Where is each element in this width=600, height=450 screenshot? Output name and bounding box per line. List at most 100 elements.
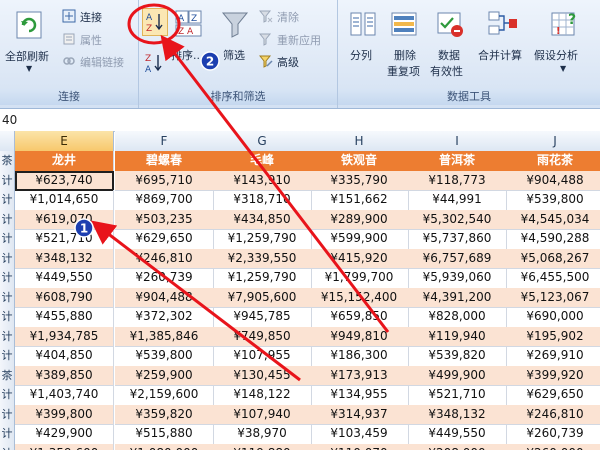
table-cell[interactable]: ¥119,880	[213, 443, 312, 450]
table-cell[interactable]: ¥619,070	[15, 209, 114, 230]
row-header[interactable]: 计	[0, 385, 15, 406]
edit-links-button[interactable]: 编辑链接	[60, 53, 136, 69]
row-header[interactable]: 茶	[0, 365, 15, 386]
select-all-corner[interactable]	[0, 131, 15, 152]
header-cell[interactable]: 毛峰	[213, 151, 312, 172]
table-cell[interactable]: ¥2,159,600	[115, 385, 214, 406]
table-cell[interactable]: ¥1,259,790	[213, 229, 312, 250]
table-cell[interactable]: ¥4,545,034	[506, 209, 600, 230]
table-cell[interactable]: ¥107,940	[213, 404, 312, 425]
table-cell[interactable]: ¥151,662	[310, 190, 409, 211]
row-header[interactable]: 计	[0, 229, 15, 250]
formula-bar[interactable]: 40	[0, 109, 600, 132]
table-cell[interactable]: ¥44,991	[408, 190, 507, 211]
row-header[interactable]: 计	[0, 443, 15, 450]
table-cell[interactable]: ¥904,488	[506, 170, 600, 191]
table-cell[interactable]: ¥623,740	[15, 170, 114, 191]
table-cell[interactable]: ¥6,455,500	[506, 268, 600, 289]
column-header-h[interactable]: H	[310, 131, 409, 152]
table-cell[interactable]: ¥2,339,550	[213, 248, 312, 269]
table-cell[interactable]: ¥415,920	[310, 248, 409, 269]
header-cell[interactable]: 龙井	[15, 151, 114, 172]
table-cell[interactable]: ¥449,550	[408, 424, 507, 445]
table-cell[interactable]: ¥5,123,067	[506, 287, 600, 308]
table-cell[interactable]: ¥521,710	[408, 385, 507, 406]
column-header-g[interactable]: G	[213, 131, 312, 152]
table-cell[interactable]: ¥246,810	[506, 404, 600, 425]
table-cell[interactable]: ¥195,902	[506, 326, 600, 347]
row-header[interactable]: 计	[0, 424, 15, 445]
table-cell[interactable]: ¥173,913	[310, 365, 409, 386]
table-cell[interactable]: ¥260,739	[506, 424, 600, 445]
table-cell[interactable]: ¥1,799,700	[310, 268, 409, 289]
data-validation-button[interactable]: 数据 有效性	[428, 6, 472, 78]
sort-descending-button[interactable]: Z A	[142, 50, 166, 76]
table-cell[interactable]: ¥5,068,267	[506, 248, 600, 269]
table-cell[interactable]: ¥260,739	[115, 268, 214, 289]
table-cell[interactable]: ¥659,850	[310, 307, 409, 328]
row-header[interactable]: 计	[0, 170, 15, 191]
table-cell[interactable]: ¥5,737,860	[408, 229, 507, 250]
table-cell[interactable]: ¥945,785	[213, 307, 312, 328]
table-cell[interactable]: ¥318,710	[213, 190, 312, 211]
row-header[interactable]: 计	[0, 248, 15, 269]
table-cell[interactable]: ¥208,000	[408, 443, 507, 450]
clear-button[interactable]: 清除	[257, 8, 335, 24]
table-cell[interactable]: ¥359,820	[115, 404, 214, 425]
connections-button[interactable]: 连接	[60, 8, 136, 24]
table-cell[interactable]: ¥499,900	[408, 365, 507, 386]
table-cell[interactable]: ¥828,000	[408, 307, 507, 328]
text-to-columns-button[interactable]: 分列	[346, 6, 380, 72]
table-cell[interactable]: ¥539,800	[115, 346, 214, 367]
table-cell[interactable]: ¥1,385,846	[115, 326, 214, 347]
filter-button[interactable]: 筛选	[219, 6, 253, 72]
table-cell[interactable]: ¥608,790	[15, 287, 114, 308]
table-cell[interactable]: ¥904,488	[115, 287, 214, 308]
table-cell[interactable]: ¥7,905,600	[213, 287, 312, 308]
table-cell[interactable]: ¥372,302	[115, 307, 214, 328]
table-cell[interactable]: ¥15,152,400	[310, 287, 409, 308]
table-cell[interactable]: ¥629,650	[115, 229, 214, 250]
table-cell[interactable]: ¥110,070	[310, 443, 409, 450]
table-cell[interactable]: ¥148,122	[213, 385, 312, 406]
header-cell[interactable]: 铁观音	[310, 151, 409, 172]
consolidate-button[interactable]: 合并计算	[476, 6, 530, 72]
table-cell[interactable]: ¥539,800	[506, 190, 600, 211]
column-header-j[interactable]: J	[506, 131, 600, 152]
table-cell[interactable]: ¥335,790	[310, 170, 409, 191]
row-header[interactable]: 计	[0, 307, 15, 328]
advanced-button[interactable]: 高级	[257, 53, 335, 69]
row-header[interactable]: 计	[0, 346, 15, 367]
table-cell[interactable]: ¥5,302,540	[408, 209, 507, 230]
table-cell[interactable]: ¥134,955	[310, 385, 409, 406]
table-cell[interactable]: ¥1,359,600	[15, 443, 114, 450]
table-cell[interactable]: ¥119,940	[408, 326, 507, 347]
table-cell[interactable]: ¥348,132	[408, 404, 507, 425]
table-cell[interactable]: ¥4,590,288	[506, 229, 600, 250]
table-cell[interactable]: ¥314,937	[310, 404, 409, 425]
table-cell[interactable]: ¥521,710	[15, 229, 114, 250]
table-cell[interactable]: ¥289,900	[310, 209, 409, 230]
table-cell[interactable]: ¥434,850	[213, 209, 312, 230]
table-cell[interactable]: ¥6,757,689	[408, 248, 507, 269]
table-cell[interactable]: ¥399,920	[506, 365, 600, 386]
table-cell[interactable]: ¥1,934,785	[15, 326, 114, 347]
table-cell[interactable]: ¥869,700	[115, 190, 214, 211]
refresh-all-button[interactable]: 全部刷新 ▼	[2, 4, 56, 78]
table-cell[interactable]: ¥246,810	[115, 248, 214, 269]
table-cell[interactable]: ¥695,710	[115, 170, 214, 191]
table-cell[interactable]: ¥1,259,790	[213, 268, 312, 289]
row-header[interactable]: 计	[0, 287, 15, 308]
table-cell[interactable]: ¥455,880	[15, 307, 114, 328]
sort-dialog-button[interactable]: A Z Z A 排序...	[169, 6, 209, 72]
row-header[interactable]: 计	[0, 209, 15, 230]
remove-duplicates-button[interactable]: 删除 重复项	[384, 6, 424, 78]
table-cell[interactable]: ¥449,550	[15, 268, 114, 289]
table-cell[interactable]: ¥186,300	[310, 346, 409, 367]
table-cell[interactable]: ¥599,900	[310, 229, 409, 250]
table-cell[interactable]: ¥690,000	[506, 307, 600, 328]
header-cell[interactable]: 普洱茶	[408, 151, 507, 172]
table-cell[interactable]: ¥143,910	[213, 170, 312, 191]
header-cell[interactable]: 碧螺春	[115, 151, 214, 172]
table-cell[interactable]: ¥130,455	[213, 365, 312, 386]
